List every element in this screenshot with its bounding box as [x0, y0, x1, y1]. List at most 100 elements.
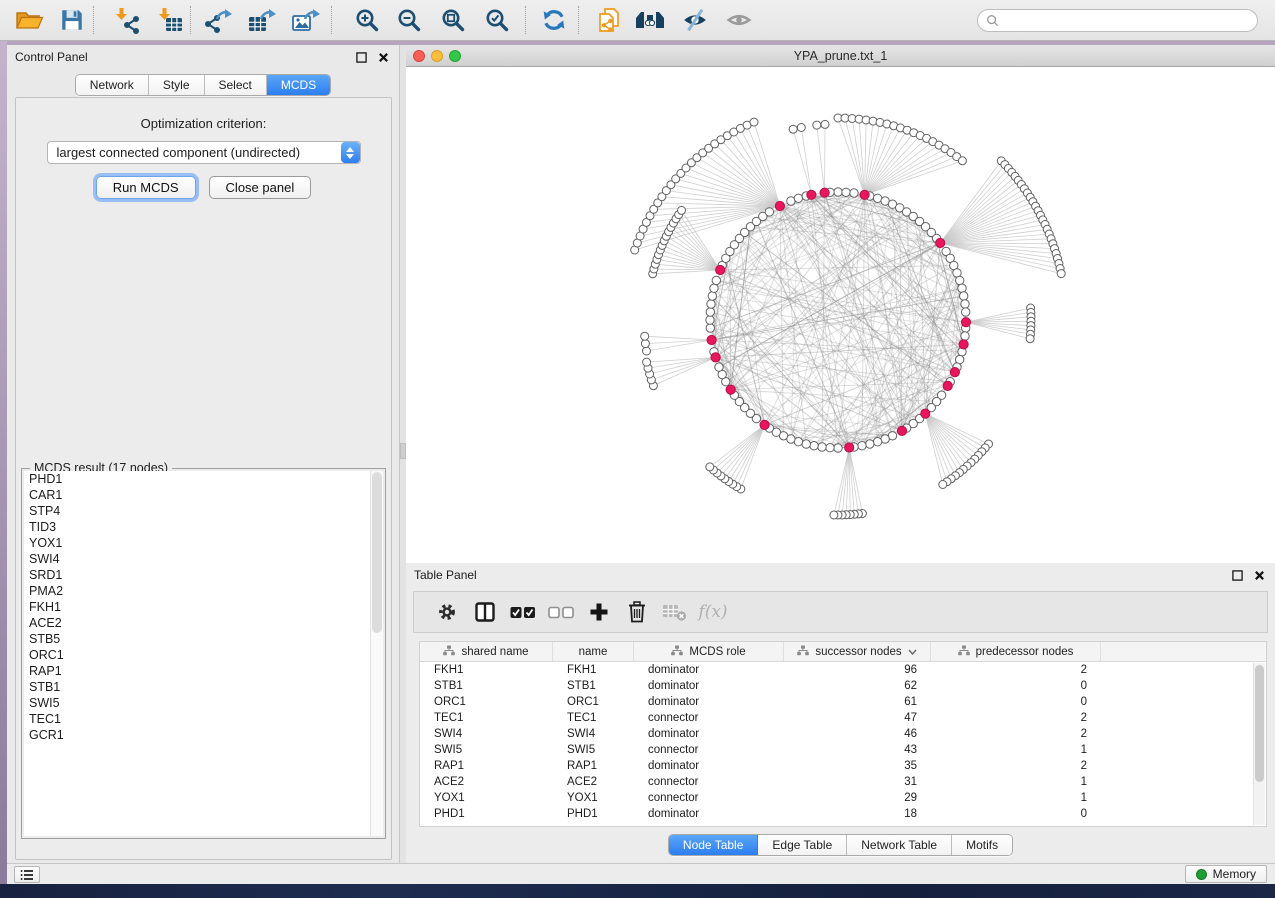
network-node[interactable]	[858, 442, 866, 450]
mcds-result-item[interactable]: FKH1	[24, 599, 383, 615]
mcds-hub-node[interactable]	[860, 190, 869, 199]
mcds-hub-node[interactable]	[726, 385, 735, 394]
table-cell[interactable]: dominator	[634, 694, 784, 710]
table-scrollbar[interactable]	[1253, 663, 1265, 825]
table-row[interactable]: ACE2ACE2connector311	[420, 774, 1266, 790]
table-row[interactable]: YOX1YOX1connector291	[420, 790, 1266, 806]
table-cell[interactable]: 0	[931, 678, 1101, 694]
network-node[interactable]	[842, 188, 850, 196]
mcds-result-item[interactable]: STB1	[24, 679, 383, 695]
mcds-hub-node[interactable]	[807, 190, 816, 199]
table-row[interactable]: PHD1PHD1dominator180	[420, 806, 1266, 822]
export-table-button[interactable]	[245, 5, 279, 35]
table-cell[interactable]: STB1	[420, 678, 553, 694]
zoom-fit-content-button[interactable]	[436, 5, 470, 35]
mcds-hub-node[interactable]	[943, 381, 952, 390]
close-table-panel-icon[interactable]	[1252, 568, 1267, 583]
table-cell[interactable]: connector	[634, 710, 784, 726]
table-cell[interactable]: 2	[931, 758, 1101, 774]
import-network-button[interactable]	[109, 5, 143, 35]
network-node[interactable]	[818, 443, 826, 451]
network-node[interactable]	[710, 284, 718, 292]
tab-motifs[interactable]: Motifs	[952, 835, 1012, 855]
network-node[interactable]	[706, 324, 714, 332]
network-node[interactable]	[813, 121, 821, 129]
mcds-hub-node[interactable]	[711, 353, 720, 362]
export-image-button[interactable]	[289, 5, 323, 35]
network-node[interactable]	[830, 511, 838, 519]
table-row[interactable]: SWI4SWI4dominator462	[420, 726, 1266, 742]
mcds-result-item[interactable]: CAR1	[24, 487, 383, 503]
table-cell[interactable]: dominator	[634, 758, 784, 774]
network-node[interactable]	[707, 300, 715, 308]
table-cell[interactable]: RAP1	[420, 758, 553, 774]
select-all-rows-button[interactable]	[504, 596, 542, 628]
table-cell[interactable]: ORC1	[420, 694, 553, 710]
table-cell[interactable]: FKH1	[420, 662, 553, 678]
network-node[interactable]	[956, 276, 964, 284]
mcds-hub-node[interactable]	[820, 188, 829, 197]
mcds-list-scrollbar[interactable]	[370, 471, 383, 836]
show-panels-button[interactable]	[14, 866, 40, 883]
mcds-hub-node[interactable]	[760, 420, 769, 429]
mcds-hub-node[interactable]	[845, 443, 854, 452]
table-cell[interactable]: 0	[931, 694, 1101, 710]
tab-edge-table[interactable]: Edge Table	[758, 835, 847, 855]
network-node[interactable]	[706, 316, 714, 324]
network-node[interactable]	[708, 292, 716, 300]
search-input[interactable]	[1004, 14, 1249, 28]
column-header-predecessor-nodes[interactable]: predecessor nodes	[931, 642, 1101, 661]
table-row[interactable]: TEC1TEC1connector472	[420, 710, 1266, 726]
close-panel-button[interactable]: Close panel	[209, 176, 312, 199]
table-cell[interactable]: dominator	[634, 678, 784, 694]
tab-mcds[interactable]: MCDS	[267, 75, 330, 95]
show-columns-button[interactable]	[466, 596, 504, 628]
table-cell[interactable]: ORC1	[553, 694, 634, 710]
mcds-result-item[interactable]: PMA2	[24, 583, 383, 599]
network-node[interactable]	[678, 206, 686, 214]
table-cell[interactable]: 1	[931, 774, 1101, 790]
table-cell[interactable]: YOX1	[420, 790, 553, 806]
table-row[interactable]: FKH1FKH1dominator962	[420, 662, 1266, 678]
table-cell[interactable]: dominator	[634, 806, 784, 822]
open-session-button[interactable]	[12, 5, 46, 35]
network-node[interactable]	[802, 440, 810, 448]
column-header-shared-name[interactable]: shared name	[420, 642, 553, 661]
network-node[interactable]	[810, 442, 818, 450]
mcds-hub-node[interactable]	[950, 368, 959, 377]
table-cell[interactable]: 29	[784, 790, 931, 806]
network-node[interactable]	[834, 188, 842, 196]
network-node[interactable]	[960, 292, 968, 300]
clone-network-button[interactable]	[592, 5, 626, 35]
table-row[interactable]: SWI5SWI5connector431	[420, 742, 1266, 758]
mcds-result-item[interactable]: YOX1	[24, 535, 383, 551]
mcds-hub-node[interactable]	[707, 335, 716, 344]
network-node[interactable]	[1026, 335, 1034, 343]
network-node[interactable]	[715, 363, 723, 371]
tab-select[interactable]: Select	[205, 75, 267, 95]
mcds-result-item[interactable]: RAP1	[24, 663, 383, 679]
table-cell[interactable]: 0	[931, 806, 1101, 822]
network-node[interactable]	[643, 347, 651, 355]
mcds-hub-node[interactable]	[775, 201, 784, 210]
table-cell[interactable]: SWI4	[553, 726, 634, 742]
table-cell[interactable]: ACE2	[420, 774, 553, 790]
table-cell[interactable]: 96	[784, 662, 931, 678]
tab-node-table[interactable]: Node Table	[669, 835, 759, 855]
table-cell[interactable]: RAP1	[553, 758, 634, 774]
zoom-selected-button[interactable]	[480, 5, 514, 35]
network-node[interactable]	[826, 444, 834, 452]
table-cell[interactable]: 61	[784, 694, 931, 710]
mcds-result-item[interactable]: SRD1	[24, 567, 383, 583]
mcds-result-item[interactable]: TID3	[24, 519, 383, 535]
tab-style[interactable]: Style	[149, 75, 205, 95]
tab-network[interactable]: Network	[76, 75, 149, 95]
table-cell[interactable]: connector	[634, 774, 784, 790]
deselect-all-rows-button[interactable]	[542, 596, 580, 628]
table-cell[interactable]: SWI5	[553, 742, 634, 758]
network-node[interactable]	[706, 463, 714, 471]
mcds-result-item[interactable]: GCR1	[24, 727, 383, 743]
zoom-out-button[interactable]	[392, 5, 426, 35]
mcds-result-item[interactable]: TEC1	[24, 711, 383, 727]
table-cell[interactable]: 43	[784, 742, 931, 758]
